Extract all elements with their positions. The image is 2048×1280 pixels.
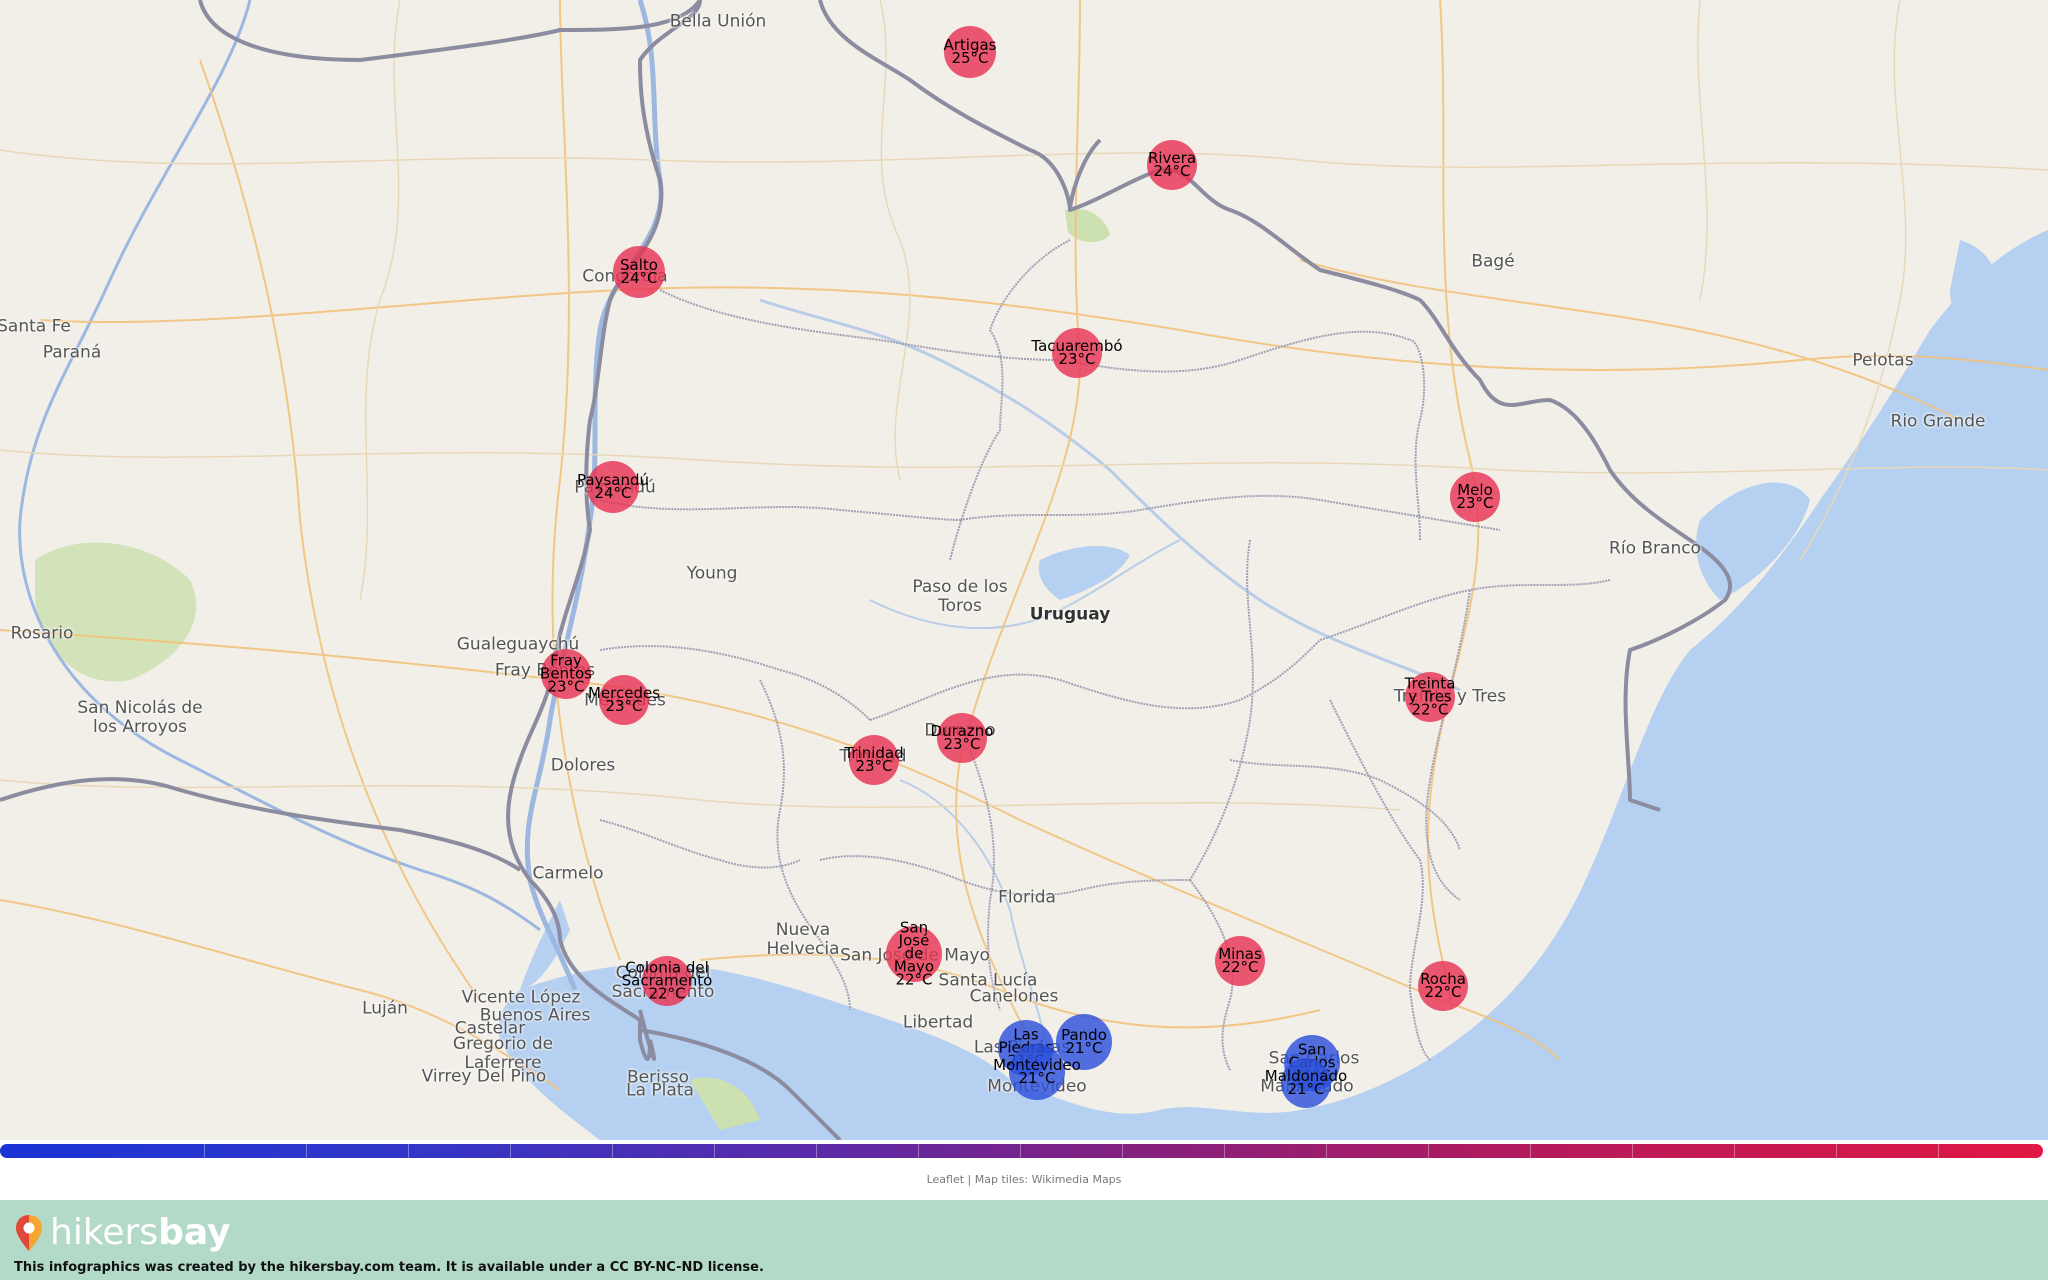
- city-marker[interactable]: [642, 956, 692, 1006]
- city-marker[interactable]: [1418, 961, 1468, 1011]
- city-marker[interactable]: [1450, 472, 1500, 522]
- footer: hikersbay This infographics was created …: [0, 1200, 2048, 1280]
- place-label: Young: [686, 563, 738, 584]
- scale-tick: [612, 1144, 613, 1158]
- place-label: Pelotas: [1852, 350, 1914, 371]
- scale-tick: [306, 1144, 307, 1158]
- place-label: Luján: [362, 998, 408, 1019]
- scale-tick: [816, 1144, 817, 1158]
- scale-tick: [1224, 1144, 1225, 1158]
- city-marker[interactable]: [1056, 1014, 1112, 1070]
- place-label: Carmelo: [532, 863, 604, 884]
- city-marker[interactable]: [1215, 936, 1265, 986]
- location-pin-icon: [16, 1214, 42, 1251]
- place-label: Rio Grande: [1890, 411, 1986, 432]
- place-label: Florida: [998, 887, 1056, 908]
- scale-tick: [1734, 1144, 1735, 1158]
- country-label: Uruguay: [1029, 604, 1111, 625]
- temperature-scale-bar: [0, 1144, 2043, 1158]
- place-label: Paraná: [42, 342, 102, 363]
- scale-tick: [408, 1144, 409, 1158]
- city-marker[interactable]: [1009, 1044, 1065, 1100]
- scale-tick: [1122, 1144, 1123, 1158]
- scale-tick: [510, 1144, 511, 1158]
- place-label: Libertad: [902, 1012, 974, 1033]
- logo-text: hikersbay: [50, 1212, 231, 1253]
- scale-tick: [918, 1144, 919, 1158]
- attribution-separator: |: [964, 1173, 975, 1186]
- city-marker[interactable]: [1405, 672, 1455, 722]
- city-marker[interactable]: [1281, 1058, 1331, 1108]
- scale-tick: [1530, 1144, 1531, 1158]
- place-label: Bagé: [1471, 251, 1515, 272]
- scale-tick: [1836, 1144, 1837, 1158]
- place-label: Canelones: [969, 986, 1059, 1007]
- place-label: La Plata: [626, 1080, 694, 1101]
- place-label: Virrey Del Pino: [421, 1066, 547, 1087]
- leaflet-link[interactable]: Leaflet: [927, 1173, 964, 1186]
- place-label: Nueva Helvecia: [766, 920, 840, 959]
- place-label: Rosario: [10, 623, 74, 644]
- logo-text-bold: bay: [158, 1212, 231, 1253]
- scale-tick: [204, 1144, 205, 1158]
- city-marker[interactable]: [944, 26, 996, 78]
- tiles-credit[interactable]: Map tiles: Wikimedia Maps: [975, 1173, 1122, 1186]
- city-marker[interactable]: [937, 713, 987, 763]
- scale-tick: [1938, 1144, 1939, 1158]
- place-label: Río Branco: [1609, 538, 1701, 559]
- city-marker[interactable]: [849, 735, 899, 785]
- map-area[interactable]: Bella UniónSanta FeParanáConcordiaPaysan…: [0, 0, 2048, 1140]
- place-label: Bella Unión: [669, 11, 767, 32]
- license-credit: This infographics was created by the hik…: [14, 1260, 764, 1275]
- city-marker[interactable]: [1147, 140, 1197, 190]
- scale-tick: [1326, 1144, 1327, 1158]
- city-marker[interactable]: [599, 675, 649, 725]
- place-label: San Nicolás de los Arroyos: [77, 698, 203, 737]
- logo-text-light: hikers: [50, 1212, 159, 1253]
- scale-tick: [714, 1144, 715, 1158]
- place-label: Dolores: [550, 755, 616, 776]
- city-marker[interactable]: [1052, 328, 1102, 378]
- city-marker[interactable]: [613, 246, 665, 298]
- place-label: Santa Fe: [0, 316, 71, 337]
- city-marker[interactable]: [587, 461, 639, 513]
- scale-tick: [1428, 1144, 1429, 1158]
- scale-tick: [1020, 1144, 1021, 1158]
- map-attribution: Leaflet | Map tiles: Wikimedia Maps: [0, 1173, 2048, 1186]
- map-base: [0, 0, 2048, 1140]
- city-marker[interactable]: [541, 649, 591, 699]
- city-marker[interactable]: [886, 926, 942, 982]
- scale-tick: [1632, 1144, 1633, 1158]
- hikersbay-logo[interactable]: hikersbay: [14, 1212, 231, 1253]
- place-label: Paso de los Toros: [912, 577, 1008, 616]
